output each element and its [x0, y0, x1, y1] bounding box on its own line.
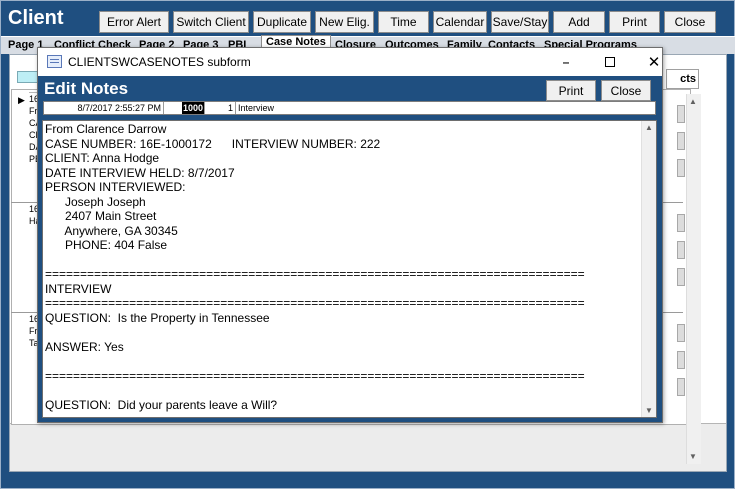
- notes-line: ========================================…: [45, 296, 585, 310]
- notes-scrollbar[interactable]: ▲ ▼: [641, 121, 656, 417]
- scroll-up-icon[interactable]: ▲: [689, 97, 697, 106]
- edit-notes-panel: Edit Notes Print Close 8/7/2017 2:55:27 …: [38, 76, 662, 422]
- form-title: Client: [8, 7, 64, 29]
- notes-line: DATE INTERVIEW HELD: 8/7/2017: [45, 165, 235, 180]
- row-button[interactable]: [677, 159, 685, 177]
- notes-line: [45, 253, 643, 268]
- switch-client-button[interactable]: Switch Client: [173, 11, 249, 33]
- add-button[interactable]: Add: [553, 11, 605, 33]
- notes-line: PHONE: 404 False: [45, 238, 168, 252]
- row-button[interactable]: [677, 105, 685, 123]
- duplicate-button[interactable]: Duplicate: [253, 11, 311, 33]
- notes-textarea[interactable]: From Clarence Darrow CASE NUMBER: 16E-100…: [42, 120, 657, 418]
- close-button[interactable]: Close: [664, 11, 716, 33]
- row-button[interactable]: [677, 378, 685, 396]
- calendar-button[interactable]: Calendar: [433, 11, 487, 33]
- scroll-down-icon[interactable]: ▼: [689, 452, 697, 461]
- notes-line: QUESTION: Is the Property in Tennessee: [45, 310, 270, 325]
- subform-print-button[interactable]: Print: [546, 80, 596, 101]
- new-elig-button[interactable]: New Elig.: [315, 11, 374, 33]
- time-button[interactable]: Time: [378, 11, 429, 33]
- scroll-up-icon[interactable]: ▲: [645, 123, 653, 132]
- notes-line: PERSON INTERVIEWED:: [45, 180, 186, 194]
- record-count[interactable]: 1: [204, 102, 236, 114]
- row-button[interactable]: [677, 351, 685, 369]
- list-scrollbar[interactable]: ▲ ▼: [686, 94, 701, 464]
- row-button[interactable]: [677, 132, 685, 150]
- notes-line: ANSWER: Yes: [45, 339, 124, 354]
- close-window-icon[interactable]: ✕: [632, 50, 676, 74]
- row-button[interactable]: [677, 214, 685, 232]
- error-alert-button[interactable]: Error Alert: [99, 11, 169, 33]
- row-button[interactable]: [677, 268, 685, 286]
- notes-line: QUESTION: Did your parents leave a Will?: [45, 397, 278, 412]
- notes-line: ========================================…: [45, 267, 585, 281]
- record-id[interactable]: 1000: [182, 102, 206, 114]
- notes-line: Anywhere, GA 30345: [45, 223, 178, 238]
- notes-line: 2407 Main Street: [45, 209, 157, 223]
- print-button[interactable]: Print: [609, 11, 660, 33]
- notes-line: Joseph Joseph: [45, 194, 146, 209]
- record-bar: 8/7/2017 2:55:27 PM 1000 1 Interview: [43, 101, 656, 115]
- notes-line: CLIENT: Anna Hodge: [45, 151, 160, 165]
- notes-line: From Clarence Darrow: [45, 122, 167, 136]
- notes-line: [45, 383, 643, 398]
- panel-footer: [10, 423, 726, 471]
- notes-line: [45, 325, 643, 340]
- notes-line: ========================================…: [45, 368, 585, 383]
- notes-line: [45, 354, 643, 369]
- subform-window: CLIENTSWCASENOTES subform – ✕ Edit Notes…: [37, 47, 663, 423]
- window-title: CLIENTSWCASENOTES subform: [68, 55, 251, 69]
- notes-line: INTERVIEW: [45, 281, 112, 296]
- edit-notes-heading: Edit Notes: [44, 79, 129, 98]
- minimize-icon[interactable]: –: [544, 50, 588, 74]
- row-button[interactable]: [677, 324, 685, 342]
- record-datetime[interactable]: 8/7/2017 2:55:27 PM: [44, 102, 164, 114]
- maximize-icon[interactable]: [588, 50, 632, 74]
- record-selector-icon[interactable]: ▶: [18, 95, 25, 106]
- row-button[interactable]: [677, 241, 685, 259]
- subform-titlebar[interactable]: CLIENTSWCASENOTES subform – ✕: [38, 48, 662, 76]
- subform-close-button[interactable]: Close: [601, 80, 651, 101]
- record-type[interactable]: Interview: [237, 102, 357, 114]
- save-stay-button[interactable]: Save/Stay: [491, 11, 549, 33]
- notes-line: CASE NUMBER: 16E-1000172 INTERVIEW NUMBE…: [45, 136, 381, 151]
- scroll-down-icon[interactable]: ▼: [645, 406, 653, 415]
- notes-content[interactable]: From Clarence Darrow CASE NUMBER: 16E-100…: [45, 122, 643, 412]
- form-icon: [47, 55, 62, 68]
